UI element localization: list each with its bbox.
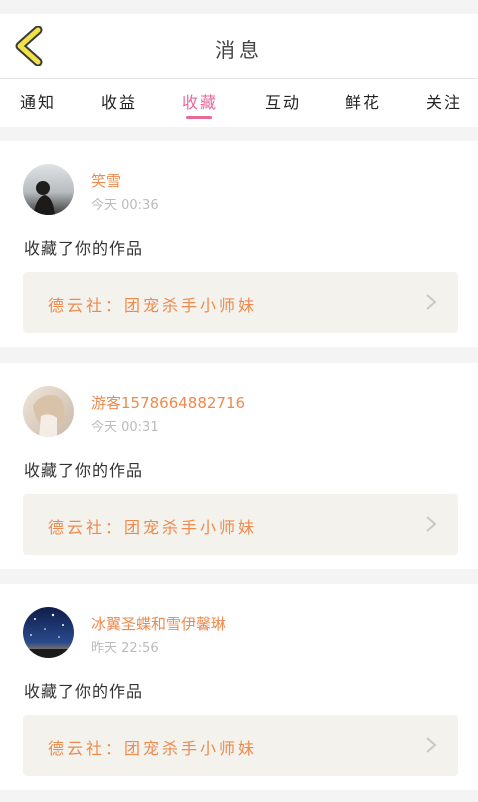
username[interactable]: 游客1578664882716: [91, 392, 245, 413]
active-tab-indicator: [186, 116, 212, 119]
header: 消息: [0, 14, 478, 78]
avatar-image: [23, 164, 74, 215]
username[interactable]: 冰翼圣蝶和雪伊馨琳: [91, 613, 226, 634]
message-card: 游客1578664882716 今天 00:31 收藏了你的作品 德云社：团宠杀…: [0, 363, 478, 569]
tab-notifications[interactable]: 通知: [20, 89, 56, 113]
work-link[interactable]: 德云社：团宠杀手小师妹: [23, 272, 458, 333]
tab-interactions[interactable]: 互动: [265, 89, 301, 113]
message-card: 笑雪 今天 00:36 收藏了你的作品 德云社：团宠杀手小师妹: [0, 141, 478, 347]
action-text: 收藏了你的作品: [24, 682, 144, 701]
timestamp: 今天 00:36: [91, 198, 159, 213]
avatar-image: [23, 607, 74, 658]
tab-flowers[interactable]: 鲜花: [345, 89, 381, 113]
work-title: 德云社：团宠杀手小师妹: [48, 518, 258, 537]
chevron-right-icon: [426, 294, 437, 310]
tab-favorites[interactable]: 收藏: [182, 89, 218, 113]
action-text: 收藏了你的作品: [24, 239, 144, 258]
work-link[interactable]: 德云社：团宠杀手小师妹: [23, 715, 458, 776]
tab-follows[interactable]: 关注: [426, 89, 462, 113]
work-title: 德云社：团宠杀手小师妹: [48, 296, 258, 315]
avatar[interactable]: [23, 386, 74, 437]
chevron-right-icon: [426, 737, 437, 753]
tab-earnings[interactable]: 收益: [101, 89, 137, 113]
page-title: 消息: [215, 38, 263, 62]
message-card: 冰翼圣蝶和雪伊馨琳 昨天 22:56 收藏了你的作品 德云社：团宠杀手小师妹: [0, 584, 478, 790]
avatar[interactable]: [23, 164, 74, 215]
avatar[interactable]: [23, 607, 74, 658]
work-link[interactable]: 德云社：团宠杀手小师妹: [23, 494, 458, 555]
work-title: 德云社：团宠杀手小师妹: [48, 739, 258, 758]
avatar-image: [23, 386, 74, 437]
username[interactable]: 笑雪: [91, 170, 121, 191]
timestamp: 昨天 22:56: [91, 641, 159, 656]
chevron-right-icon: [426, 516, 437, 532]
action-text: 收藏了你的作品: [24, 461, 144, 480]
timestamp: 今天 00:31: [91, 420, 159, 435]
tab-bar: 通知 收益 收藏 互动 鲜花 关注: [0, 78, 478, 127]
status-bar-area: [0, 0, 478, 14]
